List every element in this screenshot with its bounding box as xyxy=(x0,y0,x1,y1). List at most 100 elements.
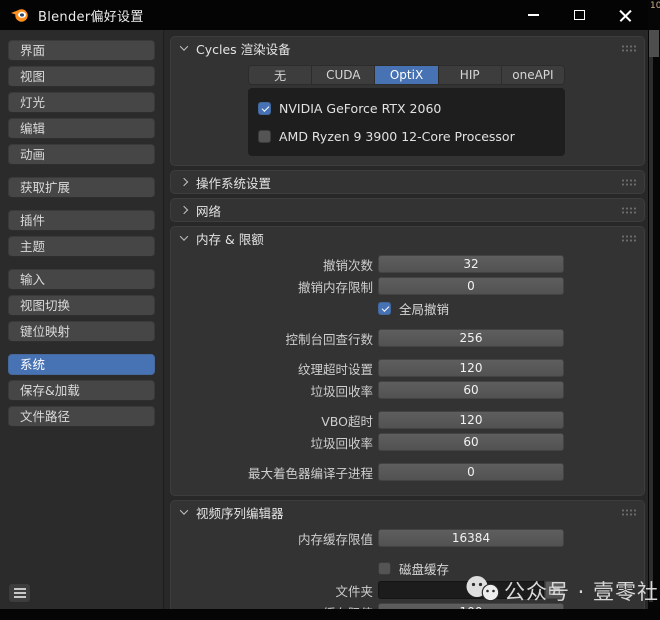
panel-cycles-render-devices: Cycles 渲染设备无 CUDA OptiX HIP oneAPI NVIDIA GeF… xyxy=(170,36,645,166)
chevron-down-icon xyxy=(179,506,189,515)
grip-icon[interactable] xyxy=(621,234,636,242)
field-label: 内存缓存限值 xyxy=(297,531,373,547)
field-label: 垃圾回收率 xyxy=(310,435,373,451)
sidebar-item[interactable]: 保存&加载 xyxy=(8,380,155,401)
grip-icon[interactable] xyxy=(621,508,636,516)
checkbox-label: 磁盘缓存 xyxy=(399,561,450,577)
bottom-black-bar xyxy=(0,609,660,620)
render-device-tab[interactable]: OptiX xyxy=(375,66,439,84)
device-checkbox[interactable] xyxy=(258,101,271,115)
panel-title: 内存 & 限额 xyxy=(196,231,264,247)
device-list: NVIDIA GeForce RTX 2060 AMD Ryzen 9 3900 … xyxy=(248,88,565,156)
form-row: VBO超时 120 xyxy=(171,411,644,429)
sidebar-group: 系统保存&加载文件路径 xyxy=(8,354,155,427)
close-button[interactable] xyxy=(602,0,648,30)
render-device-tab[interactable]: 无 xyxy=(249,66,313,84)
sidebar-item[interactable]: 获取扩展 xyxy=(8,177,155,198)
form-content: 撤销次数 32 撤销内存限制 0 全局撤销控制台回查行数 256 纹理超时设置 120 垃圾回收… xyxy=(171,249,644,495)
sidebar-group: 插件 主题 xyxy=(8,210,155,257)
chevron-right-icon xyxy=(179,205,189,215)
sidebar-item[interactable]: 灯光 xyxy=(8,92,155,113)
number-field[interactable]: 120 xyxy=(378,359,564,377)
form-row: 控制台回查行数 256 xyxy=(171,329,644,347)
device-checkbox[interactable] xyxy=(258,129,271,143)
sidebar-item[interactable]: 文件路径 xyxy=(8,406,155,427)
watermark: 公众号 · 壹零社 xyxy=(464,575,659,606)
form-row: 撤销内存限制 0 xyxy=(171,277,644,295)
checkbox[interactable] xyxy=(378,561,391,575)
number-field[interactable]: 60 xyxy=(378,433,564,451)
watermark-text: 公众号 · 壹零社 xyxy=(503,579,659,604)
number-field[interactable]: 32 xyxy=(378,255,564,273)
grip-icon[interactable] xyxy=(621,206,636,214)
sidebar-item[interactable]: 输入 xyxy=(8,269,155,290)
checkbox-label: 全局撤销 xyxy=(399,301,450,317)
background-fragment-block xyxy=(649,30,659,57)
field-label: 撤销内存限制 xyxy=(297,279,373,295)
background-fragment-column xyxy=(649,57,653,602)
field-label: 垃圾回收率 xyxy=(310,383,373,399)
sidebar-item[interactable]: 插件 xyxy=(8,210,155,231)
blender-preferences-window: Blender偏好设置 界面视图灯光编辑动画获取扩展插件主题输入视图切换键位映射… xyxy=(0,0,648,609)
blender-logo-icon xyxy=(11,8,29,22)
field-label: 最大着色器编译子进程 xyxy=(247,465,373,481)
minimize-button[interactable] xyxy=(510,0,556,30)
number-field[interactable]: 60 xyxy=(378,381,564,399)
field-label: 纹理超时设置 xyxy=(297,361,373,377)
sidebar-item[interactable]: 视图 xyxy=(8,66,155,87)
number-field[interactable]: 16384 xyxy=(378,529,564,547)
device-row: AMD Ryzen 9 3900 12-Core Processor xyxy=(258,124,555,148)
number-field[interactable]: 256 xyxy=(378,329,564,347)
form-row: 内存缓存限值 16384 xyxy=(171,529,644,547)
panel-header-network[interactable]: 网络 xyxy=(171,199,644,221)
hamburger-menu-button[interactable] xyxy=(8,583,31,603)
field-label: 撤销次数 xyxy=(322,257,373,273)
grip-icon[interactable] xyxy=(621,44,636,52)
sidebar-item[interactable]: 系统 xyxy=(8,354,155,375)
title-bar[interactable]: Blender偏好设置 xyxy=(0,0,648,30)
device-type-tabs: 无 CUDA OptiX HIP oneAPI xyxy=(248,65,565,85)
form-row: 撤销次数 32 xyxy=(171,255,644,273)
field-label: VBO超时 xyxy=(321,413,373,429)
window-title: Blender偏好设置 xyxy=(38,9,144,25)
sidebar-item[interactable]: 动画 xyxy=(8,144,155,165)
panel-memory-limits: 内存 & 限额撤销次数 32 撤销内存限制 0 全局撤销控制台回查行数 256 纹理超时设置… xyxy=(170,226,645,496)
device-label: NVIDIA GeForce RTX 2060 xyxy=(279,100,442,116)
render-devices-content: 无 CUDA OptiX HIP oneAPI NVIDIA GeForce RTX 20… xyxy=(171,59,644,165)
window-body: 界面 视图 灯光 编辑 动画 获取扩展 插件 主题 输入 视图切换 键位映射 系统 保存&加载 文件路径 … xyxy=(0,30,648,609)
sidebar-item[interactable]: 主题 xyxy=(8,236,155,257)
panel-header-cycles-render-devices[interactable]: Cycles 渲染设备 xyxy=(171,37,644,59)
maximize-button[interactable] xyxy=(556,0,602,30)
sidebar-item[interactable]: 界面 xyxy=(8,40,155,61)
sidebar-item[interactable]: 编辑 xyxy=(8,118,155,139)
render-device-tab[interactable]: CUDA xyxy=(312,66,376,84)
panel-header-os-settings[interactable]: 操作系统设置 xyxy=(171,171,644,193)
render-device-tab[interactable]: HIP xyxy=(439,66,502,84)
sidebar-group: 输入视图切换键位映射 xyxy=(8,269,155,342)
number-field[interactable]: 0 xyxy=(378,277,564,295)
panel-header-video-sequencer[interactable]: 视频序列编辑器 xyxy=(171,501,644,523)
form-row: 垃圾回收率 60 xyxy=(171,381,644,399)
number-field[interactable]: 120 xyxy=(378,411,564,429)
form-row: 全局撤销 xyxy=(171,299,644,317)
panel-header-memory-limits[interactable]: 内存 & 限额 xyxy=(171,227,644,249)
window-controls xyxy=(510,0,648,30)
chevron-down-icon xyxy=(179,42,189,51)
sidebar-item[interactable]: 视图切换 xyxy=(8,295,155,316)
sidebar-nav: 界面视图灯光编辑动画获取扩展插件主题输入视图切换键位映射系统保存&加载文件路径 xyxy=(0,30,164,609)
sidebar-group: 获取扩展 xyxy=(8,177,155,198)
panel-title: 操作系统设置 xyxy=(196,175,272,191)
maximize-icon xyxy=(573,10,585,20)
sidebar-group: 界面视图灯光编辑动画 xyxy=(8,40,155,165)
device-label: AMD Ryzen 9 3900 12-Core Processor xyxy=(279,128,515,144)
form-row: 最大着色器编译子进程 0 xyxy=(171,463,644,481)
main-panel-area: Cycles 渲染设备无 CUDA OptiX HIP oneAPI NVIDIA GeF… xyxy=(164,30,648,609)
render-device-tab[interactable]: oneAPI xyxy=(502,66,564,84)
number-field[interactable]: 0 xyxy=(378,463,564,481)
checkbox[interactable] xyxy=(378,301,391,315)
form-row: 纹理超时设置 120 xyxy=(171,359,644,377)
grip-icon[interactable] xyxy=(621,178,636,186)
form-row: 垃圾回收率 60 xyxy=(171,433,644,451)
panel-network: 网络 xyxy=(170,198,645,222)
sidebar-item[interactable]: 键位映射 xyxy=(8,321,155,342)
